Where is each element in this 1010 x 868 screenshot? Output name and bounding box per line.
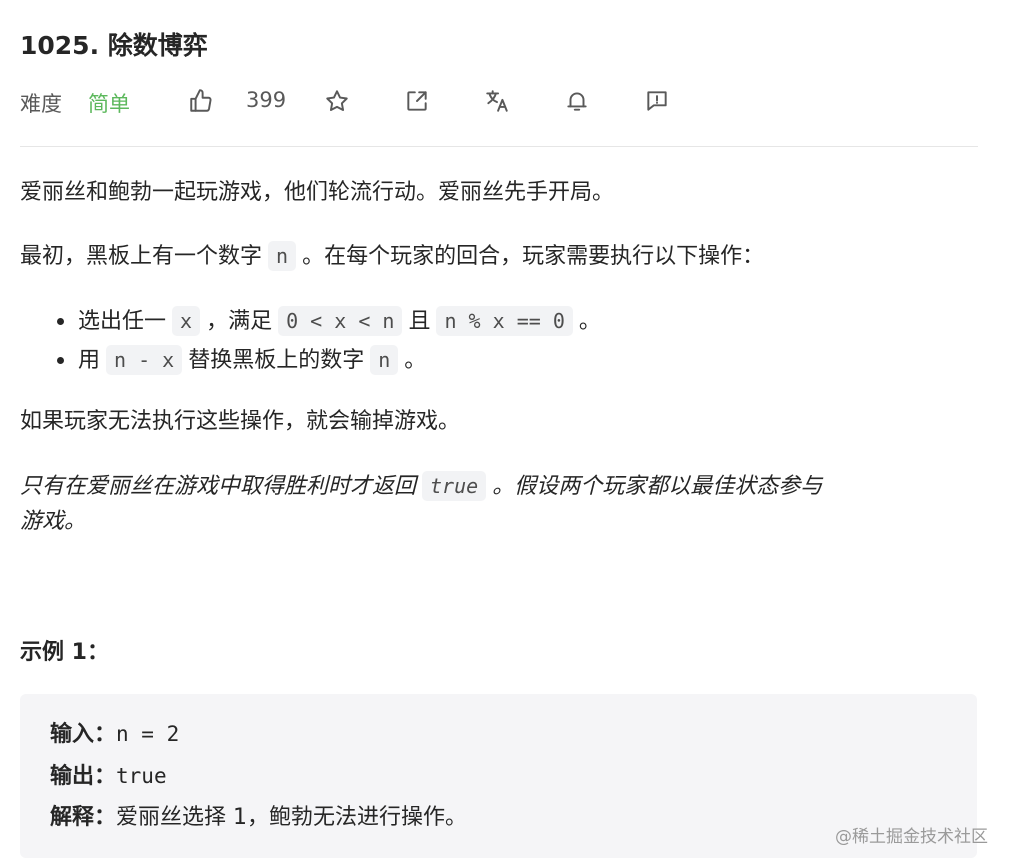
description-paragraph: 最初，黑板上有一个数字 n 。在每个玩家的回合，玩家需要执行以下操作： — [20, 240, 764, 273]
text-span: 。 — [404, 348, 427, 373]
example-output-label: 输出： — [50, 764, 117, 789]
list-item: 选出任一 x ，满足 0 < x < n且n % x == 0。 — [57, 302, 601, 341]
description-paragraph: 如果玩家无法执行这些操作，就会输掉游戏。 — [20, 409, 461, 434]
problem-meta-bar: 难度 简单 399 — [20, 84, 980, 118]
text-span: 选出任一 — [78, 309, 167, 334]
translate-icon[interactable] — [482, 86, 512, 116]
example-explanation-label: 解释： — [50, 805, 117, 830]
text-span: ，满足 — [206, 309, 273, 334]
like-count: 399 — [246, 88, 287, 112]
example-input-label: 输入： — [50, 722, 117, 747]
example-block: 输入：n = 2 输出：true 解释：爱丽丝选择 1，鲍勃无法进行操作。 — [20, 694, 977, 858]
star-icon[interactable] — [322, 86, 352, 116]
text-span: 用 — [78, 348, 101, 373]
example-heading: 示例 1： — [20, 640, 109, 665]
share-icon[interactable] — [402, 86, 432, 116]
text-span: 。在每个玩家的回合，玩家需要执行以下操作： — [302, 244, 765, 269]
example-output-value: true — [116, 764, 167, 788]
inline-code: n - x — [106, 345, 183, 375]
example-input-line: 输入：n = 2 — [50, 714, 179, 755]
inline-code: 0 < x < n — [278, 306, 403, 336]
text-span: 。 — [578, 309, 601, 334]
text-span: 替换黑板上的数字 — [188, 348, 365, 373]
example-input-value: n = 2 — [116, 722, 180, 746]
example-explanation-line: 解释：爱丽丝选择 1，鲍勃无法进行操作。 — [50, 798, 467, 838]
description-paragraph: 只有在爱丽丝在游戏中取得胜利时才返回 true 。假设两个玩家都以最佳状态参与 — [20, 470, 822, 503]
description-paragraph: 爱丽丝和鲍勃一起玩游戏，他们轮流行动。爱丽丝先手开局。 — [20, 180, 615, 205]
operation-list: 选出任一 x ，满足 0 < x < n且n % x == 0。 用n - x 替换黑板… — [57, 302, 601, 380]
difficulty-label: 难度 — [20, 92, 62, 116]
inline-code: x — [172, 306, 201, 336]
example-output-line: 输出：true — [50, 756, 167, 797]
watermark: @稀土掘金技术社区 — [835, 827, 988, 847]
thumbs-up-icon[interactable] — [186, 86, 216, 116]
text-span: 且 — [408, 309, 431, 334]
problem-title: 1025. 除数博弈 — [20, 31, 208, 60]
list-item: 用n - x 替换黑板上的数字 n。 — [57, 341, 601, 380]
inline-code: n — [370, 345, 399, 375]
feedback-icon[interactable] — [642, 86, 672, 116]
description-paragraph: 游戏。 — [20, 509, 87, 534]
difficulty-badge: 简单 — [88, 92, 130, 116]
example-explanation-value: 爱丽丝选择 1，鲍勃无法进行操作。 — [116, 805, 468, 830]
text-span: 只有在爱丽丝在游戏中取得胜利时才返回 — [20, 474, 417, 499]
inline-code: true — [422, 471, 487, 501]
text-span: 最初，黑板上有一个数字 — [20, 244, 263, 269]
inline-code: n % x == 0 — [436, 306, 573, 336]
bell-icon[interactable] — [562, 86, 592, 116]
header-divider — [20, 146, 978, 147]
text-span: 。假设两个玩家都以最佳状态参与 — [492, 474, 823, 499]
inline-code: n — [268, 241, 297, 271]
